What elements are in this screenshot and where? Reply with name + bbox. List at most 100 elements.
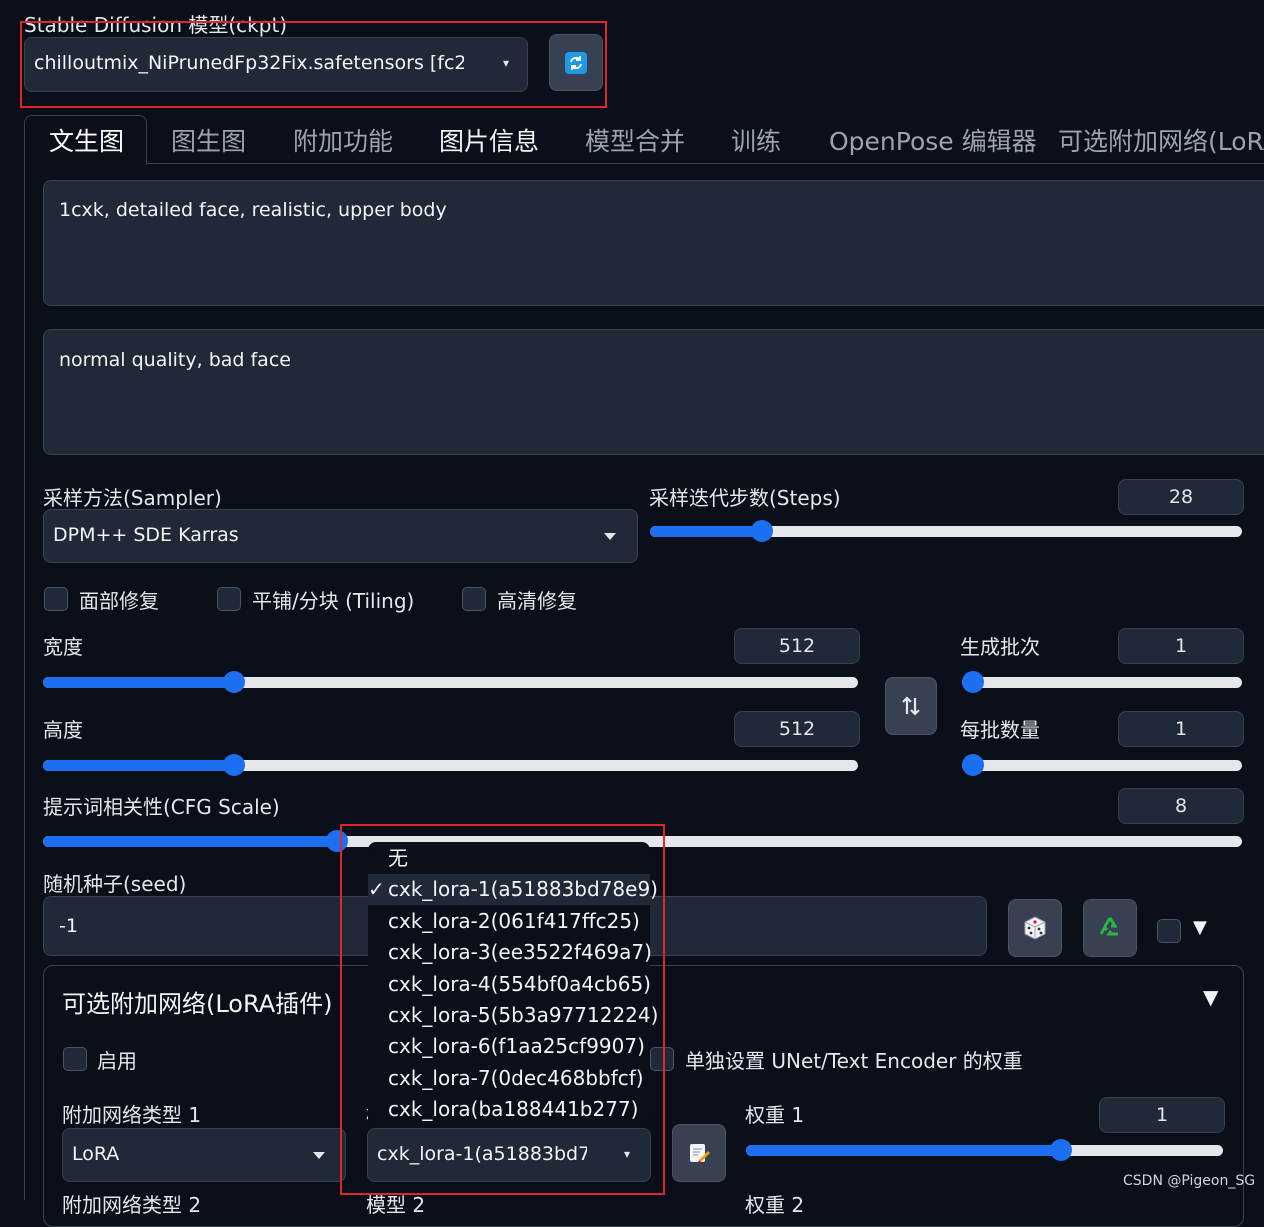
- checkpoint-label: Stable Diffusion 模型(ckpt): [24, 13, 288, 37]
- batch-count-slider-thumb[interactable]: [962, 671, 984, 693]
- negative-prompt-textarea[interactable]: normal quality, bad face: [43, 329, 1264, 455]
- dice-icon: [1024, 916, 1046, 940]
- collapse-triangle-icon[interactable]: ▼: [1203, 985, 1218, 1009]
- refresh-checkpoint-button[interactable]: [549, 34, 603, 91]
- lora-model-select[interactable]: cxk_lora-1(a51883bd78e ▾: [367, 1128, 651, 1182]
- chevron-down-icon: [313, 1152, 325, 1159]
- edit-lora-button[interactable]: [672, 1124, 726, 1182]
- lora-dropdown-item[interactable]: cxk_lora-3(ee3522f469a7): [368, 937, 652, 968]
- refresh-icon: [565, 51, 587, 74]
- tabs-divider: [24, 163, 1264, 164]
- tiling-label: 平铺/分块 (Tiling): [252, 589, 415, 613]
- checkmark-icon: ✓: [368, 877, 385, 902]
- cfg-slider-fill: [43, 836, 337, 847]
- height-label: 高度: [43, 718, 83, 742]
- lora-dropdown-item-label: 无: [388, 846, 408, 870]
- prompt-text: 1cxk, detailed face, realistic, upper bo…: [59, 199, 447, 221]
- reuse-seed-button[interactable]: [1083, 899, 1137, 957]
- lora-enable-checkbox[interactable]: [63, 1047, 87, 1071]
- seed-value: -1: [59, 915, 78, 937]
- width-slider-thumb[interactable]: [223, 671, 245, 693]
- cfg-input[interactable]: 8: [1118, 788, 1244, 824]
- lora-dropdown-item-label: cxk_lora-7(0dec468bbfcf): [388, 1065, 644, 1090]
- tab-png-info[interactable]: 图片信息: [439, 122, 539, 158]
- lora-weight-slider-fill: [746, 1145, 1061, 1156]
- network-type-label: 附加网络类型 1: [62, 1103, 202, 1127]
- lora-dropdown-item[interactable]: 无: [368, 843, 650, 874]
- steps-slider-fill: [650, 526, 762, 537]
- lora-dropdown-item[interactable]: ✓ cxk_lora-1(a51883bd78e9): [368, 874, 658, 906]
- lora-dropdown-item-label: cxk_lora-1(a51883bd78e9): [388, 877, 658, 902]
- extra-seed-checkbox[interactable]: [1157, 919, 1181, 943]
- weight-2-label: 权重 2: [745, 1193, 805, 1217]
- chevron-down-icon: [604, 533, 616, 540]
- batch-count-label: 生成批次: [960, 635, 1040, 659]
- separate-weights-label: 单独设置 UNet/Text Encoder 的权重: [685, 1049, 1023, 1073]
- height-slider-thumb[interactable]: [223, 754, 245, 776]
- steps-slider-thumb[interactable]: [751, 520, 773, 542]
- tab-lora[interactable]: 可选附加网络(LoRA插: [1058, 122, 1264, 158]
- tab-merge[interactable]: 模型合并: [585, 122, 685, 158]
- tab-txt2img[interactable]: 文生图: [49, 122, 124, 158]
- sampler-select[interactable]: DPM++ SDE Karras: [43, 509, 638, 563]
- network-type-select[interactable]: LoRA: [62, 1128, 346, 1182]
- batch-size-input[interactable]: 1: [1118, 711, 1244, 747]
- checkpoint-select[interactable]: chilloutmix_NiPrunedFp32Fix.safetensors …: [24, 37, 528, 92]
- batch-size-slider-thumb[interactable]: [962, 754, 984, 776]
- recycle-icon: [1099, 917, 1118, 936]
- batch-count-slider[interactable]: [962, 671, 1242, 693]
- lora-dropdown-item-label: cxk_lora-4(554bf0a4cb65): [388, 971, 651, 996]
- hires-fix-checkbox[interactable]: [462, 587, 486, 611]
- separate-weights-checkbox[interactable]: [650, 1047, 674, 1071]
- width-slider[interactable]: [43, 671, 858, 693]
- lora-model-value: cxk_lora-1(a51883bd78e: [377, 1143, 587, 1165]
- width-slider-fill: [43, 677, 234, 688]
- lora-dropdown-item[interactable]: cxk_lora-5(5b3a97712224): [368, 1000, 658, 1031]
- sampler-label: 采样方法(Sampler): [43, 486, 222, 510]
- lora-dropdown-item[interactable]: cxk_lora-2(061f417ffc25): [368, 906, 650, 937]
- tab-train[interactable]: 训练: [731, 122, 781, 158]
- panel-border: [24, 164, 25, 1200]
- height-input[interactable]: 512: [734, 711, 860, 747]
- network-type-2-label: 附加网络类型 2: [62, 1193, 202, 1217]
- height-slider[interactable]: [43, 754, 858, 776]
- prompt-textarea[interactable]: 1cxk, detailed face, realistic, upper bo…: [43, 180, 1264, 306]
- expand-triangle-icon[interactable]: ▼: [1193, 917, 1207, 938]
- lora-dropdown-menu: 无 ✓ cxk_lora-1(a51883bd78e9) cxk_lora-2(061…: [368, 842, 658, 1127]
- negative-prompt-text: normal quality, bad face: [59, 349, 291, 371]
- tab-img2img[interactable]: 图生图: [171, 122, 246, 158]
- tab-extras[interactable]: 附加功能: [293, 122, 393, 158]
- lora-dropdown-item[interactable]: cxk_lora(ba188441b277): [368, 1094, 650, 1125]
- lora-dropdown-item-label: cxk_lora-3(ee3522f469a7): [388, 940, 652, 965]
- memo-pencil-icon: [690, 1144, 710, 1163]
- lora-weight-slider[interactable]: [746, 1139, 1223, 1161]
- lora-dropdown-item-label: cxk_lora-6(f1aa25cf9907): [388, 1034, 645, 1059]
- lora-dropdown-item-label: cxk_lora-5(5b3a97712224): [388, 1003, 659, 1027]
- swap-arrows-icon: [902, 696, 920, 716]
- lora-weight-slider-thumb[interactable]: [1050, 1139, 1072, 1161]
- batch-count-input[interactable]: 1: [1118, 628, 1244, 664]
- seed-label: 随机种子(seed): [43, 872, 187, 896]
- random-seed-button[interactable]: [1008, 899, 1062, 957]
- lora-enable-label: 启用: [97, 1049, 137, 1073]
- tiling-checkbox[interactable]: [217, 587, 241, 611]
- tab-openpose[interactable]: OpenPose 编辑器: [829, 122, 1037, 158]
- lora-dropdown-item[interactable]: cxk_lora-7(0dec468bbfcf): [368, 1063, 650, 1094]
- steps-slider[interactable]: [650, 520, 1242, 542]
- network-type-value: LoRA: [72, 1143, 120, 1165]
- lora-weight-input[interactable]: 1: [1099, 1097, 1225, 1133]
- hires-fix-label: 高清修复: [497, 589, 577, 613]
- checkpoint-value: chilloutmix_NiPrunedFp32Fix.safetensors …: [34, 52, 464, 74]
- lora-dropdown-item-label: cxk_lora(ba188441b277): [388, 1097, 639, 1122]
- model-2-label: 模型 2: [366, 1193, 426, 1217]
- batch-size-slider[interactable]: [962, 754, 1242, 776]
- cfg-slider-thumb[interactable]: [326, 830, 348, 852]
- swap-dimensions-button[interactable]: [885, 677, 937, 735]
- width-input[interactable]: 512: [734, 628, 860, 664]
- sampler-value: DPM++ SDE Karras: [53, 524, 239, 546]
- lora-dropdown-item[interactable]: cxk_lora-4(554bf0a4cb65): [368, 969, 651, 1000]
- steps-input[interactable]: 28: [1118, 479, 1244, 515]
- lora-dropdown-item[interactable]: cxk_lora-6(f1aa25cf9907): [368, 1031, 650, 1062]
- face-restore-label: 面部修复: [79, 589, 159, 613]
- face-restore-checkbox[interactable]: [44, 587, 68, 611]
